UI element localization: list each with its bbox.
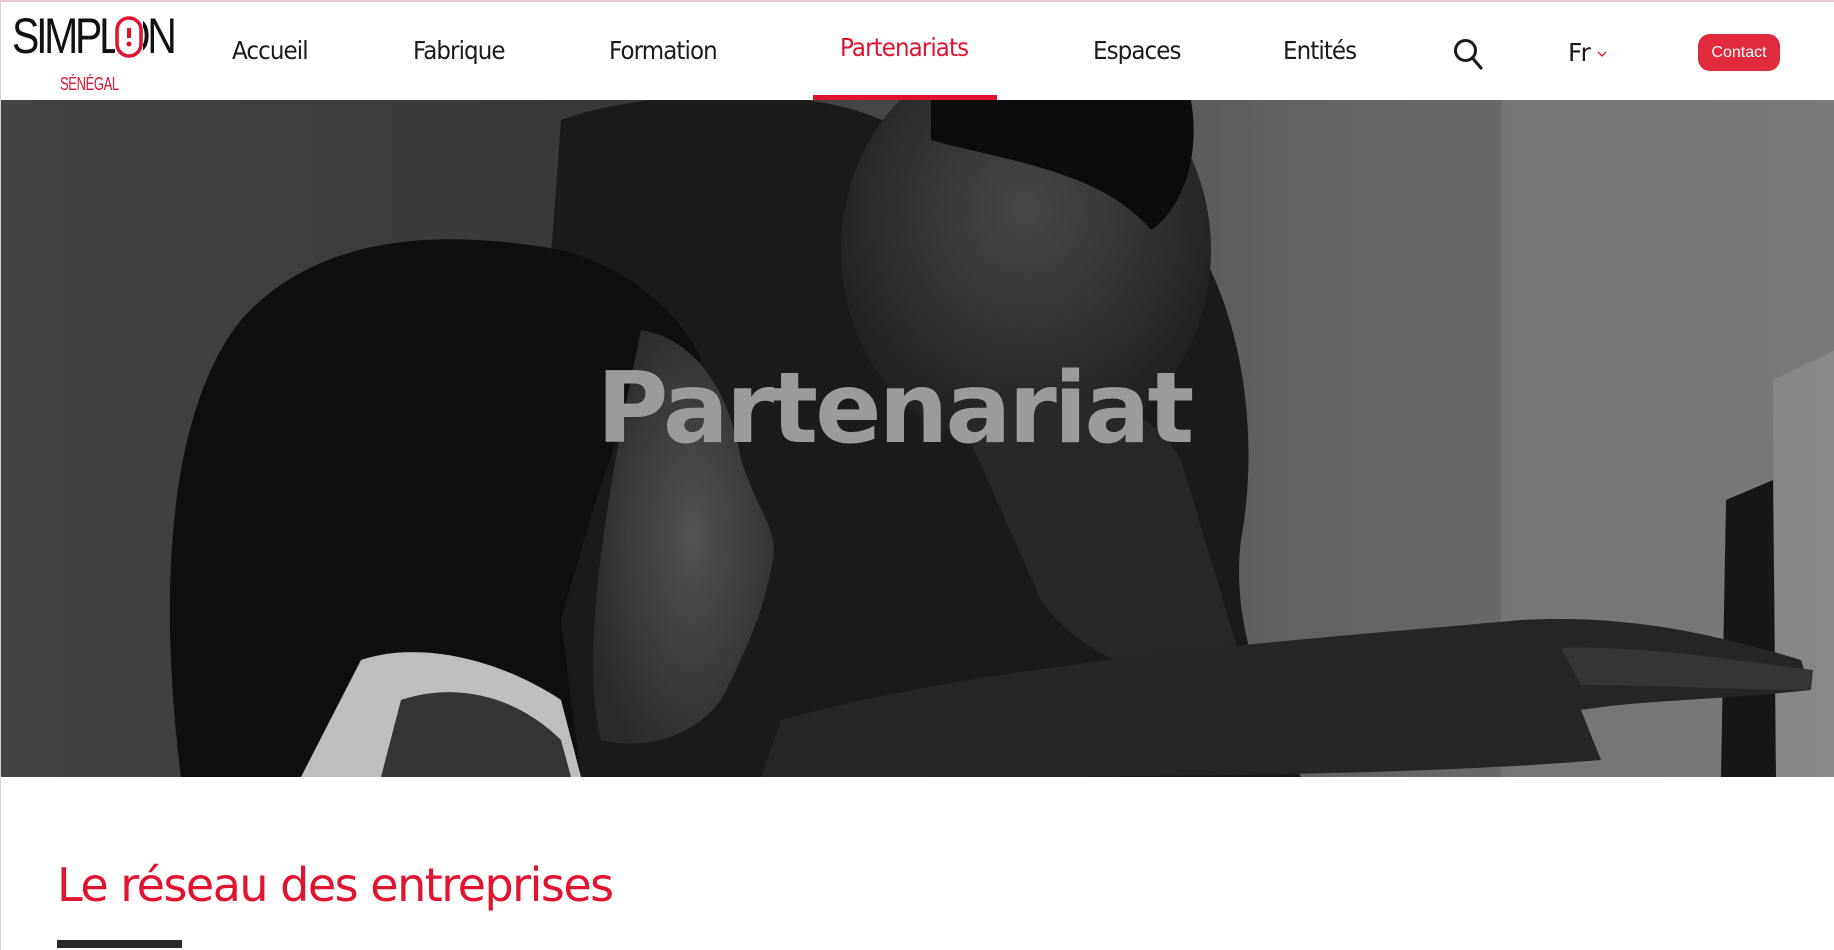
logo-power-mark	[115, 16, 143, 58]
nav-item-entites[interactable]: Entités	[1283, 36, 1357, 65]
search-icon[interactable]	[1453, 38, 1483, 70]
logo-link[interactable]: SIMPLON SÉNÉGAL	[12, 8, 177, 94]
contact-button[interactable]: Contact	[1698, 34, 1780, 71]
page: SIMPLON SÉNÉGAL Accueil Fabrique Formati…	[0, 0, 1834, 950]
chevron-down-icon	[1597, 51, 1607, 57]
hero-banner: Partenariat	[1, 100, 1834, 777]
language-selector[interactable]: Fr	[1568, 38, 1607, 67]
language-label: Fr	[1568, 38, 1591, 67]
nav-item-formation[interactable]: Formation	[609, 36, 718, 65]
nav-item-espaces[interactable]: Espaces	[1093, 36, 1181, 65]
section-title-underline	[57, 940, 182, 948]
logo-wordmark: SIMPLON	[12, 8, 177, 64]
nav-item-accueil[interactable]: Accueil	[232, 36, 309, 65]
nav-item-partenariats[interactable]: Partenariats	[840, 33, 969, 62]
site-header: SIMPLON SÉNÉGAL Accueil Fabrique Formati…	[1, 2, 1834, 100]
nav-item-fabrique[interactable]: Fabrique	[413, 36, 506, 65]
hero-title: Partenariat	[596, 352, 1195, 466]
section-title: Le réseau des entreprises	[57, 858, 614, 912]
logo-subtitle: SÉNÉGAL	[60, 74, 119, 94]
